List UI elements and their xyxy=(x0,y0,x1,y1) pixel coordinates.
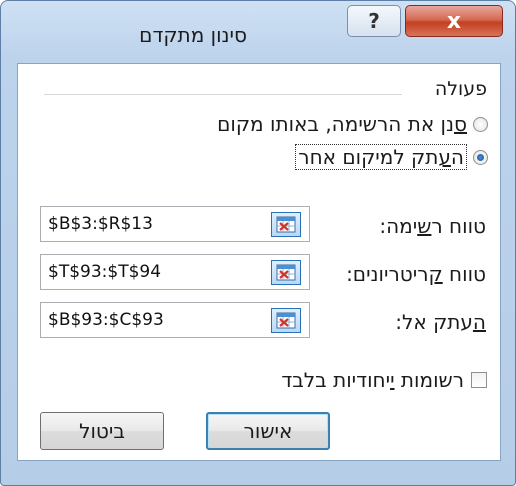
copy-to-field[interactable] xyxy=(40,302,310,338)
unique-records-checkbox[interactable] xyxy=(471,372,487,388)
criteria-range-collapse-button[interactable] xyxy=(271,260,301,285)
ok-button[interactable]: אישור xyxy=(206,412,330,450)
collapse-dialog-icon xyxy=(276,216,296,233)
copy-to-input[interactable] xyxy=(48,310,258,330)
unique-records-row[interactable]: רשומות ייחודיות בלבד xyxy=(281,368,487,392)
help-icon: ? xyxy=(368,9,380,33)
action-section-label: פעולה xyxy=(434,78,487,100)
advanced-filter-dialog: סינון מתקדם ? x פעולה סנן את הרשימה, באו… xyxy=(0,0,516,486)
collapse-dialog-icon xyxy=(276,312,296,329)
dialog-title: סינון מתקדם xyxy=(139,23,247,47)
list-range-field[interactable] xyxy=(40,206,310,242)
radio-filter-in-place[interactable]: סנן את הרשימה, באותו מקום xyxy=(217,112,488,136)
cancel-button-label: ביטול xyxy=(79,419,125,443)
criteria-range-label: טווח קריטריונים: xyxy=(346,262,486,286)
close-icon: x xyxy=(446,8,462,34)
dialog-body: פעולה סנן את הרשימה, באותו מקום העתק למי… xyxy=(17,63,501,461)
radio-label-filter-in-place: סנן את הרשימה, באותו מקום xyxy=(217,112,467,136)
list-range-collapse-button[interactable] xyxy=(271,212,301,237)
section-divider xyxy=(44,94,402,95)
criteria-range-input[interactable] xyxy=(48,262,258,282)
radio-copy-to-location[interactable]: העתק למיקום אחר xyxy=(295,144,488,170)
ok-button-label: אישור xyxy=(243,419,293,443)
copy-to-label: העתק אל: xyxy=(395,310,486,334)
list-range-input[interactable] xyxy=(48,214,258,234)
copy-to-collapse-button[interactable] xyxy=(271,308,301,333)
help-button[interactable]: ? xyxy=(347,5,401,37)
radio-button-copy-to-location[interactable] xyxy=(473,149,488,165)
close-button[interactable]: x xyxy=(405,5,503,37)
title-bar[interactable]: סינון מתקדם ? x xyxy=(1,1,516,61)
collapse-dialog-icon xyxy=(276,264,296,281)
cancel-button[interactable]: ביטול xyxy=(40,412,164,450)
radio-button-filter-in-place[interactable] xyxy=(473,116,488,132)
radio-label-copy-to-location: העתק למיקום אחר xyxy=(295,144,467,170)
criteria-range-field[interactable] xyxy=(40,254,310,290)
list-range-label: טווח רשימה: xyxy=(379,214,486,238)
unique-records-label: רשומות ייחודיות בלבד xyxy=(281,368,464,392)
